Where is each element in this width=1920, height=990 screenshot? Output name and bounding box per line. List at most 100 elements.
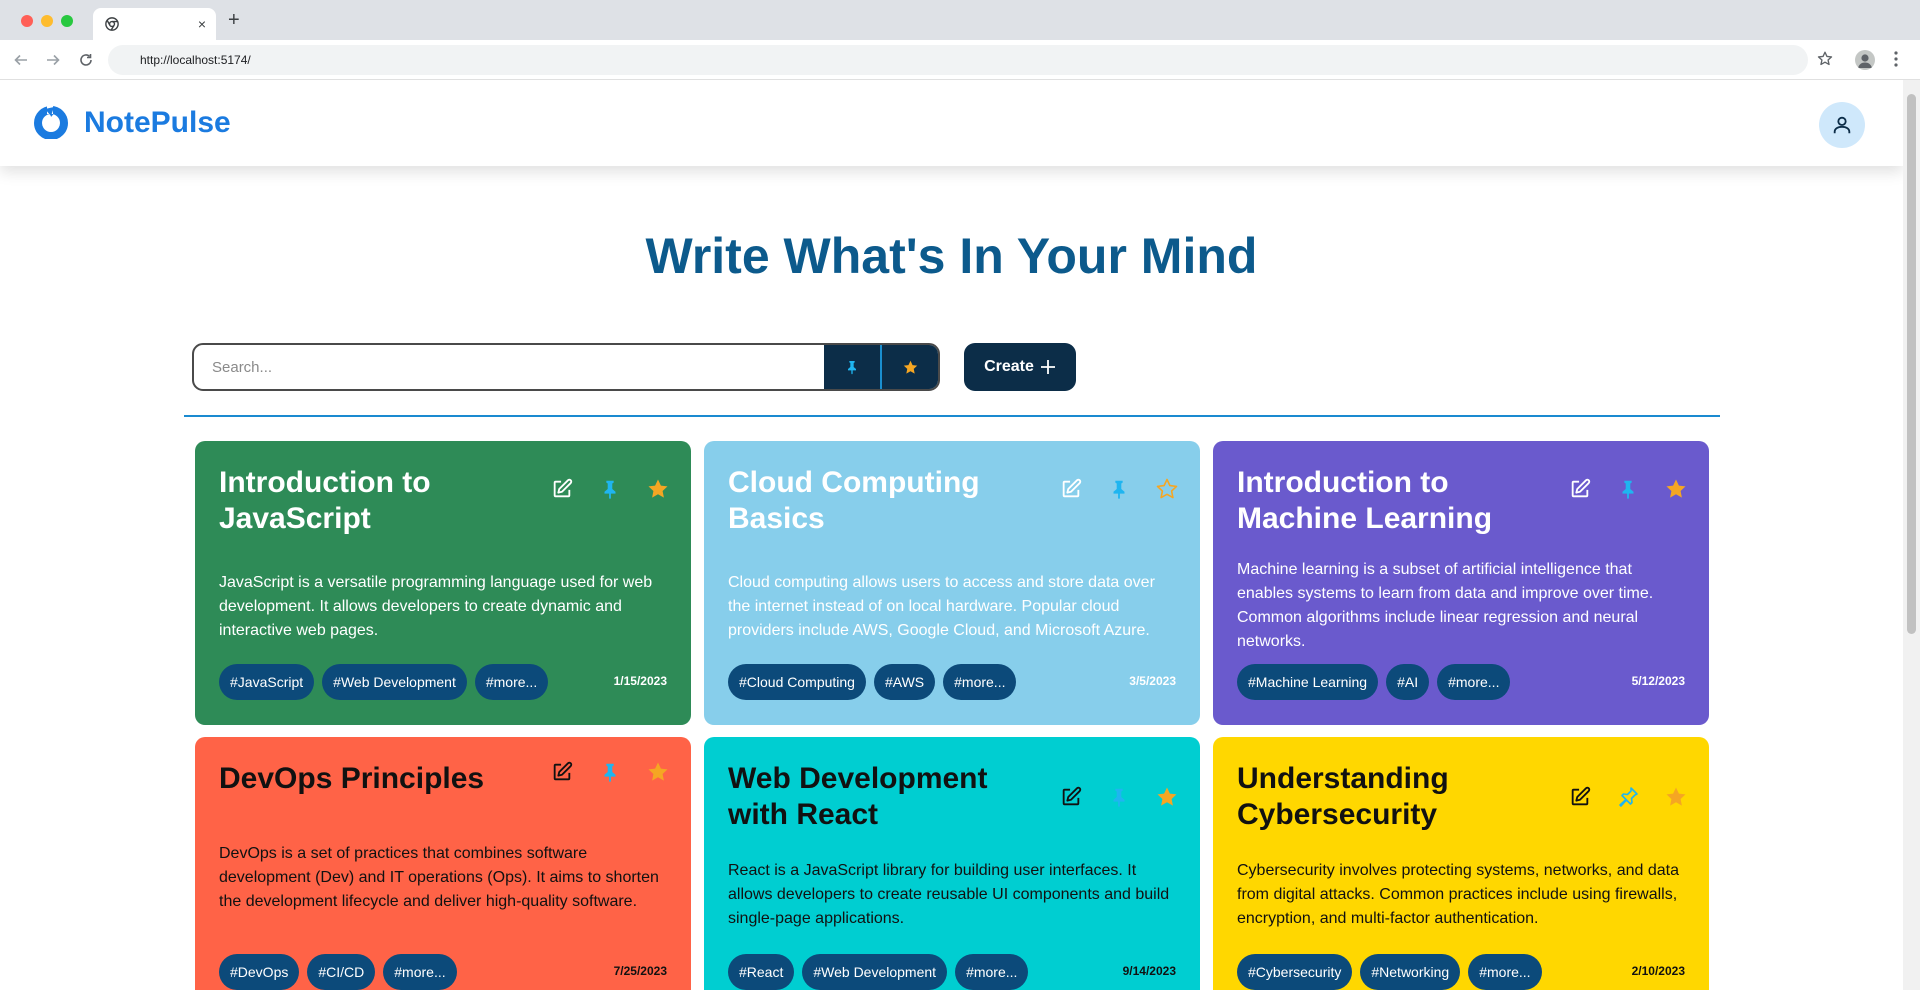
note-title: Understanding Cybersecurity [1237,762,1449,831]
address-bar[interactable] [108,45,1808,75]
note-card[interactable]: Introduction to JavaScript JavaScript is… [195,441,691,725]
note-tag[interactable]: #AI [1386,664,1430,700]
note-tag[interactable]: #DevOps [219,954,300,990]
note-tag[interactable]: #Web Development [322,664,467,700]
note-body: Cybersecurity involves protecting system… [1237,862,1679,927]
edit-icon[interactable] [1058,476,1084,502]
note-tag[interactable]: #Networking [1360,954,1461,990]
note-tag[interactable]: #more... [1437,664,1511,700]
reload-icon[interactable] [76,50,96,70]
scrollbar-thumb[interactable] [1907,94,1916,634]
note-tags: #Cybersecurity #Networking #more... [1237,954,1542,990]
url-text[interactable]: http://localhost:5174/ [140,53,251,67]
notepulse-logo-icon[interactable] [34,105,68,139]
note-date: 3/5/2023 [1129,674,1176,688]
new-tab-icon[interactable]: + [228,10,240,30]
filter-favorites-button[interactable] [880,345,938,389]
page-title: Write What's In Your Mind [645,228,1258,284]
note-tags: #React #Web Development #more... [728,954,1029,990]
note-tag[interactable]: #Cloud Computing [728,664,866,700]
minimize-window-icon[interactable] [41,15,53,27]
star-icon[interactable] [1663,784,1689,810]
star-icon[interactable] [645,476,671,502]
edit-icon[interactable] [549,759,575,785]
create-label: Create [984,358,1034,375]
note-card[interactable]: DevOps Principles DevOps is a set of pra… [195,737,691,990]
chrome-favicon-icon [105,17,119,31]
note-tag[interactable]: #Web Development [802,954,948,990]
note-tag[interactable]: #Cybersecurity [1237,954,1353,990]
pin-icon[interactable] [1615,784,1641,810]
browser-toolbar: http://localhost:5174/ [0,40,1920,80]
note-tag[interactable]: #React [728,954,795,990]
back-arrow-icon[interactable] [11,50,31,70]
page-scrollbar[interactable] [1903,80,1920,990]
note-tag[interactable]: #more... [1468,954,1542,990]
note-body: JavaScript is a versatile programming la… [219,574,653,639]
section-divider [184,415,1720,417]
browser-tab-strip: × + [0,0,1920,40]
forward-arrow-icon[interactable] [43,50,63,70]
note-body: DevOps is a set of practices that combin… [219,845,659,910]
note-tag[interactable]: #CI/CD [307,954,376,990]
edit-icon[interactable] [1567,784,1593,810]
pin-icon [848,361,856,375]
pin-icon[interactable] [597,476,623,502]
pin-icon[interactable] [1106,784,1132,810]
note-title: Cloud Computing Basics [728,466,980,535]
star-icon[interactable] [1663,476,1689,502]
note-date: 9/14/2023 [1122,964,1176,978]
note-date: 5/12/2023 [1631,674,1685,688]
note-title: DevOps Principles [219,762,485,795]
app-header: NotePulse [0,80,1903,166]
maximize-window-icon[interactable] [61,15,73,27]
edit-icon[interactable] [1058,784,1084,810]
close-tab-icon[interactable]: × [198,15,206,33]
close-window-icon[interactable] [21,15,33,27]
profile-icon[interactable] [1855,50,1875,70]
app-logo-text[interactable]: NotePulse [84,104,231,142]
browser-tab[interactable]: × [93,8,216,40]
note-body: React is a JavaScript library for buildi… [728,862,1170,927]
pin-icon[interactable] [597,759,623,785]
filter-pinned-button[interactable] [824,345,880,389]
note-tag[interactable]: #more... [943,664,1017,700]
note-date: 2/10/2023 [1631,964,1685,978]
note-tags: #Cloud Computing #AWS #more... [728,664,1017,700]
user-icon [1833,116,1851,134]
search-input[interactable] [194,345,824,389]
note-body: Machine learning is a subset of artifici… [1237,561,1654,650]
note-card[interactable]: Web Development with React React is a Ja… [704,737,1200,990]
star-icon[interactable] [1154,784,1180,810]
star-icon[interactable] [1154,476,1180,502]
edit-icon[interactable] [1567,476,1593,502]
browser-menu-icon[interactable] [1893,49,1899,74]
search-bar [192,343,940,391]
note-card[interactable]: Understanding Cybersecurity Cybersecurit… [1213,737,1709,990]
plus-icon [1040,360,1055,374]
note-tag[interactable]: #JavaScript [219,664,315,700]
create-note-button[interactable]: Create [964,343,1076,391]
note-tag[interactable]: #Machine Learning [1237,664,1379,700]
star-icon [903,360,917,374]
note-body: Cloud computing allows users to access a… [728,574,1155,639]
note-tags: #Machine Learning #AI #more... [1237,664,1511,700]
pin-icon[interactable] [1106,476,1132,502]
note-date: 1/15/2023 [613,674,667,688]
edit-icon[interactable] [549,476,575,502]
note-card[interactable]: Cloud Computing Basics Cloud computing a… [704,441,1200,725]
star-icon[interactable] [645,759,671,785]
bookmark-star-icon[interactable] [1816,50,1834,73]
page-viewport: NotePulse Write What's In Your Mind Crea… [0,80,1903,990]
note-date: 7/25/2023 [613,964,667,978]
pin-icon[interactable] [1615,476,1641,502]
note-tag[interactable]: #more... [955,954,1029,990]
note-title: Introduction to JavaScript [219,466,431,535]
note-card[interactable]: Introduction to Machine Learning Machine… [1213,441,1709,725]
user-profile-button[interactable] [1819,102,1865,148]
note-tag[interactable]: #more... [474,664,549,700]
note-tag[interactable]: #AWS [873,664,936,700]
note-title: Web Development with React [728,762,988,831]
note-tags: #JavaScript #Web Development #more... [219,664,549,700]
note-tag[interactable]: #more... [383,954,457,990]
